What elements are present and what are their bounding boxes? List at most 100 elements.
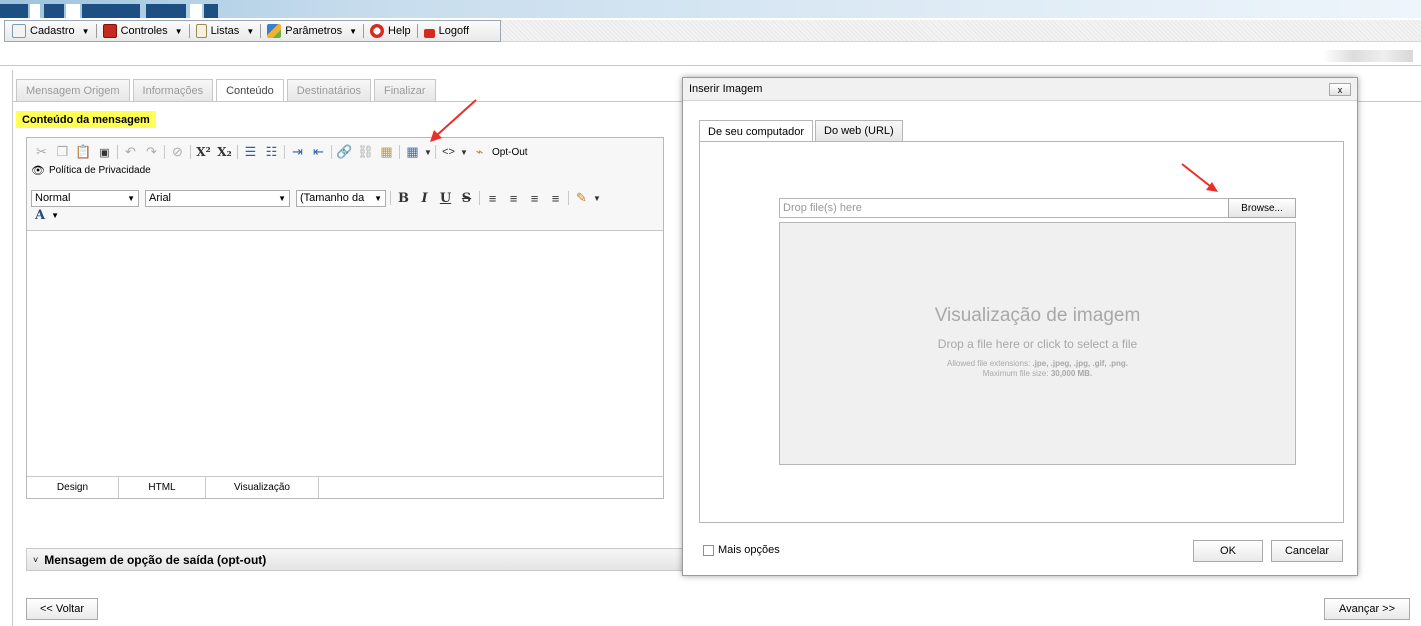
allowed-extensions-label: Allowed file extensions:: [947, 358, 1033, 368]
undo-icon[interactable]: ↶: [120, 142, 141, 162]
underline-icon[interactable]: U: [435, 188, 456, 208]
select-value: Arial: [149, 192, 172, 204]
tab-design[interactable]: Design: [27, 477, 119, 498]
toolbar-separator: [117, 145, 118, 159]
main-menu-bar: Cadastro ▼ Controles ▼ Listas ▼ Parâmetr…: [4, 20, 501, 42]
cut-icon[interactable]: ✂: [31, 142, 52, 162]
next-button[interactable]: Avançar >>: [1324, 598, 1410, 620]
chevron-down-icon: ▼: [127, 193, 135, 203]
preview-subtitle: Drop a file here or click to select a fi…: [937, 336, 1138, 351]
remove-link-icon[interactable]: ⛓: [355, 142, 376, 162]
more-options-checkbox[interactable]: Mais opções: [703, 544, 780, 556]
tab-conteudo[interactable]: Conteúdo: [216, 79, 284, 102]
optout-link[interactable]: Opt-Out: [492, 147, 528, 158]
highlight-color-icon[interactable]: ✎: [571, 188, 592, 208]
paste-icon[interactable]: 📋: [73, 142, 94, 162]
code-snippet-icon[interactable]: <>: [438, 142, 459, 162]
indent-icon[interactable]: ⇥: [287, 142, 308, 162]
toolbar-separator: [284, 145, 285, 159]
chevron-down-icon[interactable]: ▼: [423, 142, 433, 162]
table-icon[interactable]: ▦: [402, 142, 423, 162]
menu-label: Listas: [210, 25, 240, 37]
align-center-icon[interactable]: ≡: [503, 188, 524, 208]
optout-section-header[interactable]: ˅ Mensagem de opção de saída (opt-out): [26, 548, 686, 571]
menu-controles[interactable]: Controles ▼: [99, 22, 187, 40]
chevron-down-icon: ˅: [33, 554, 39, 565]
banner-graphic: [146, 4, 186, 18]
editor-content-area[interactable]: [27, 231, 663, 477]
content-frame-border: [12, 70, 13, 626]
paste-from-word-icon[interactable]: ▣: [94, 142, 115, 162]
menu-label: Controles: [120, 25, 168, 37]
subscript-icon[interactable]: X₂: [214, 142, 235, 162]
menu-logoff[interactable]: Logoff: [420, 22, 473, 40]
checkbox-box[interactable]: [703, 544, 714, 556]
copy-icon[interactable]: ❐: [52, 142, 73, 162]
font-size-select[interactable]: (Tamanho da ▼: [296, 189, 386, 207]
format-stripper-icon[interactable]: ⊘: [167, 142, 188, 162]
tab-from-computer[interactable]: De seu computador: [699, 120, 813, 142]
image-manager-icon[interactable]: ▦: [376, 142, 397, 162]
banner-graphic: [82, 4, 140, 18]
redo-icon[interactable]: ↷: [141, 142, 162, 162]
align-left-icon[interactable]: ≡: [482, 188, 503, 208]
menu-separator: [260, 24, 262, 38]
menu-listas[interactable]: Listas ▼: [192, 22, 259, 40]
bulleted-list-icon[interactable]: ☷: [261, 142, 282, 162]
privacy-policy-button[interactable]: Política de Privacidade: [49, 165, 151, 176]
close-icon[interactable]: x: [1329, 83, 1351, 96]
menu-cadastro[interactable]: Cadastro ▼: [8, 22, 94, 40]
padlock-icon: [423, 28, 435, 38]
cancel-button[interactable]: Cancelar: [1271, 540, 1343, 562]
preview-title: Visualização de imagem: [934, 304, 1141, 326]
tag-icon[interactable]: ⌁: [469, 142, 490, 162]
italic-icon[interactable]: I: [414, 188, 435, 208]
toolbar-separator: [568, 191, 569, 205]
banner-graphic: [44, 4, 64, 18]
paragraph-format-select[interactable]: Normal ▼: [31, 189, 139, 207]
align-right-icon[interactable]: ≡: [524, 188, 545, 208]
tab-visualizacao[interactable]: Visualização: [206, 477, 319, 498]
tab-mensagem-origem[interactable]: Mensagem Origem: [16, 79, 130, 101]
insert-image-dialog: Inserir Imagem x De seu computador Do we…: [682, 77, 1358, 576]
chevron-down-icon[interactable]: ▼: [459, 142, 469, 162]
chart-icon: [267, 24, 282, 38]
font-color-icon[interactable]: A: [35, 208, 45, 223]
rich-text-editor: ✂ ❐ 📋 ▣ ↶ ↷ ⊘ X² X₂ ☰ ☷ ⇥ ⇤ 🔗 ⛓ ▦ ▦ ▼ <>…: [26, 137, 664, 499]
menu-help[interactable]: Help: [366, 22, 415, 40]
font-name-select[interactable]: Arial ▼: [145, 189, 290, 207]
toolbar-separator: [190, 145, 191, 159]
app-header-banner: [0, 0, 1421, 18]
menu-separator: [95, 24, 97, 38]
image-preview-area[interactable]: Visualização de imagem Drop a file here …: [779, 222, 1296, 465]
outdent-icon[interactable]: ⇤: [308, 142, 329, 162]
tab-html[interactable]: HTML: [119, 477, 206, 498]
justify-icon[interactable]: ≡: [545, 188, 566, 208]
strikethrough-icon[interactable]: S: [456, 188, 477, 208]
tab-destinatarios[interactable]: Destinatários: [286, 79, 371, 101]
back-button[interactable]: << Voltar: [26, 598, 98, 620]
menu-label: Logoff: [438, 25, 470, 37]
tab-finalizar[interactable]: Finalizar: [374, 79, 436, 101]
browse-button[interactable]: Browse...: [1228, 198, 1296, 218]
toolbar-separator: [331, 145, 332, 159]
menu-parametros[interactable]: Parâmetros ▼: [263, 22, 361, 40]
toolbar-separator: [164, 145, 165, 159]
chevron-down-icon: ▼: [374, 193, 382, 203]
tab-informacoes[interactable]: Informações: [132, 79, 214, 101]
tab-from-web-url[interactable]: Do web (URL): [815, 120, 903, 141]
chevron-down-icon[interactable]: ▼: [592, 188, 602, 208]
bold-icon[interactable]: B: [393, 188, 414, 208]
ok-button[interactable]: OK: [1193, 540, 1263, 562]
menu-label: Cadastro: [30, 25, 75, 37]
toolbar-separator: [435, 145, 436, 159]
chevron-down-icon: ▼: [246, 26, 255, 36]
eye-icon: 👁: [31, 165, 45, 177]
dialog-title-bar: Inserir Imagem x: [683, 78, 1357, 101]
hyperlink-icon[interactable]: 🔗: [334, 142, 355, 162]
file-drop-input[interactable]: Drop file(s) here: [779, 198, 1229, 218]
chevron-down-icon: ▼: [278, 193, 286, 203]
numbered-list-icon[interactable]: ☰: [240, 142, 261, 162]
chevron-down-icon[interactable]: ▼: [51, 211, 59, 220]
superscript-icon[interactable]: X²: [193, 142, 214, 162]
